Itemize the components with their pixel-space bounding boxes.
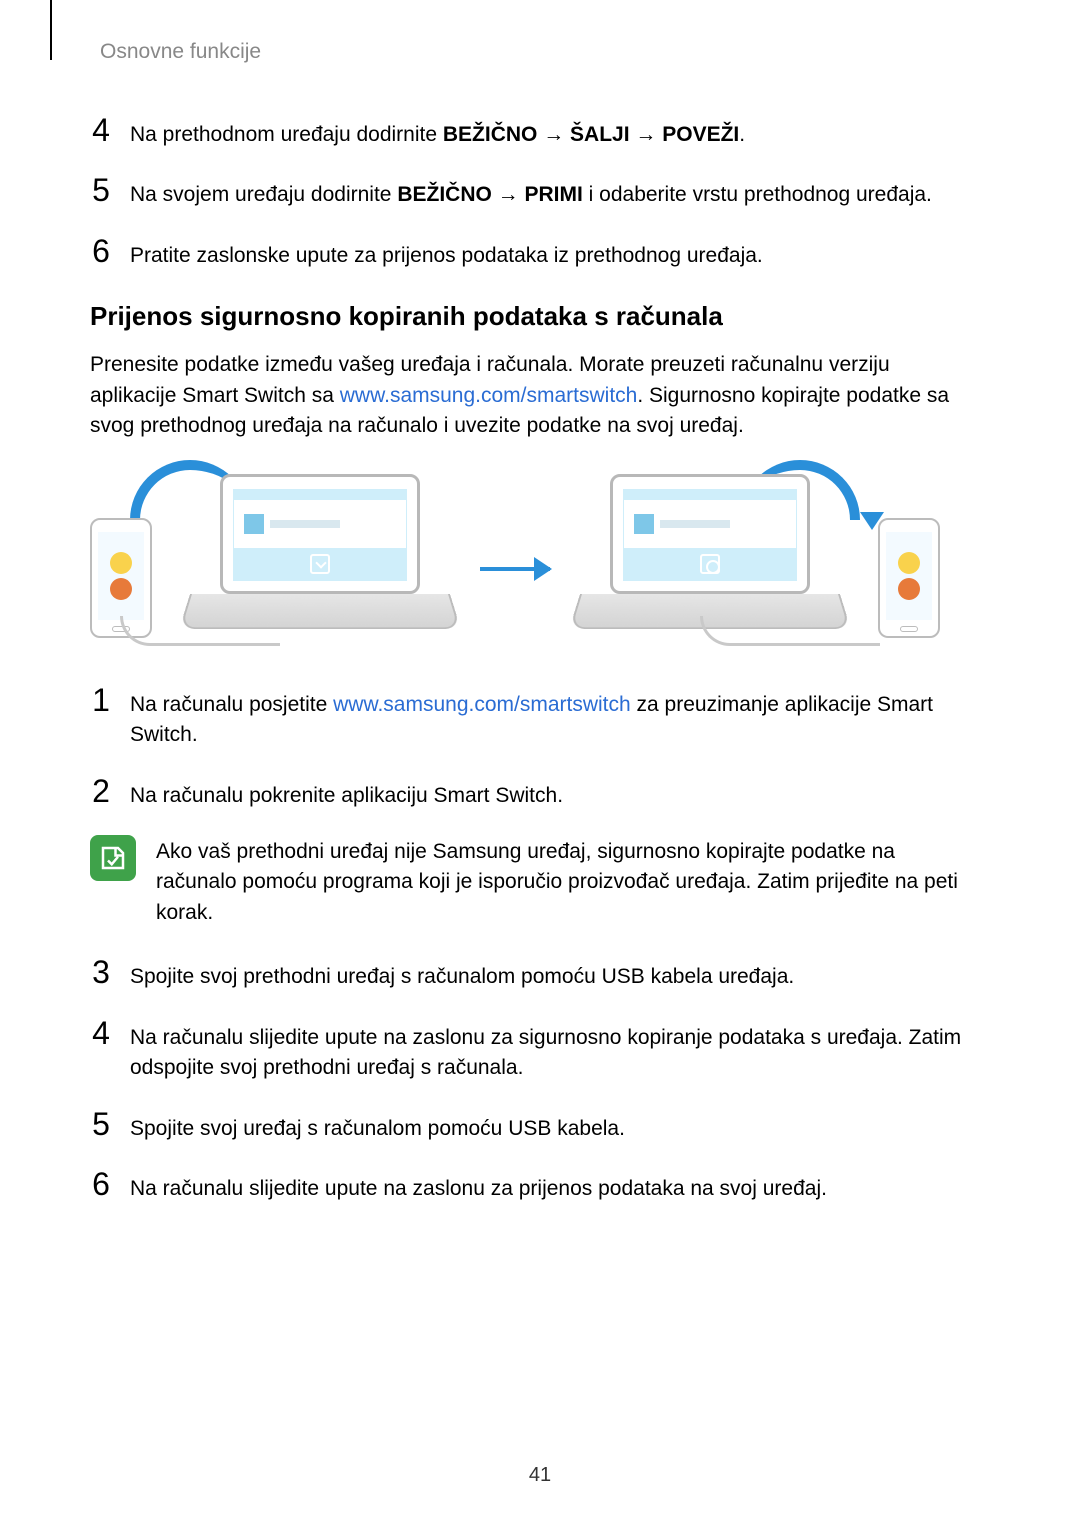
- step-text: Na računalu pokrenite aplikaciju Smart S…: [130, 775, 980, 811]
- text-part: →: [630, 123, 663, 146]
- step-number: 5: [90, 174, 112, 206]
- text-part: Na računalu posjetite: [130, 693, 333, 716]
- bold-part: BEŽIČNO: [443, 123, 538, 146]
- steps-list: 1 Na računalu posjetite www.samsung.com/…: [90, 684, 980, 1205]
- top-steps-list: 4 Na prethodnom uređaju dodirnite BEŽIČN…: [90, 114, 980, 271]
- step-number: 2: [90, 775, 112, 807]
- usb-cable-icon: [120, 616, 280, 646]
- breadcrumb: Osnovne funkcije: [100, 40, 980, 64]
- step-number: 4: [90, 1017, 112, 1049]
- bold-part: ŠALJI: [570, 123, 630, 146]
- step-number: 4: [90, 114, 112, 146]
- step-text: Na računalu slijedite upute na zaslonu z…: [130, 1017, 980, 1084]
- top-step-5: 5 Na svojem uređaju dodirnite BEŽIČNO → …: [90, 174, 980, 210]
- text-part: Na svojem uređaju dodirnite: [130, 183, 397, 206]
- page-border-mark: [50, 0, 52, 60]
- text-part: Na prethodnom uređaju dodirnite: [130, 123, 443, 146]
- bold-part: POVEŽI: [662, 123, 739, 146]
- note-callout: Ako vaš prethodni uređaj nije Samsung ur…: [90, 835, 980, 928]
- phone-icon: [878, 518, 940, 638]
- intro-paragraph: Prenesite podatke između vašeg uređaja i…: [90, 350, 980, 441]
- bold-part: PRIMI: [524, 183, 582, 206]
- step-number: 1: [90, 684, 112, 716]
- illustration-row: [90, 464, 980, 644]
- usb-cable-icon: [700, 616, 880, 646]
- step-2: 2 Na računalu pokrenite aplikaciju Smart…: [90, 775, 980, 811]
- text-part: i odaberite vrstu prethodnog uređaja.: [583, 183, 932, 206]
- step-6: 6 Na računalu slijedite upute na zaslonu…: [90, 1168, 980, 1204]
- illustration-backup: [90, 464, 450, 644]
- smartswitch-link[interactable]: www.samsung.com/smartswitch: [333, 693, 631, 716]
- page-content: Osnovne funkcije 4 Na prethodnom uređaju…: [0, 0, 1080, 1204]
- text-part: →: [537, 123, 570, 146]
- bold-part: BEŽIČNO: [397, 183, 492, 206]
- smartswitch-link[interactable]: www.samsung.com/smartswitch: [340, 384, 638, 407]
- step-text: Na računalu posjetite www.samsung.com/sm…: [130, 684, 980, 751]
- step-number: 3: [90, 956, 112, 988]
- page-number: 41: [0, 1464, 1080, 1487]
- step-text: Na prethodnom uređaju dodirnite BEŽIČNO …: [130, 114, 980, 150]
- step-5: 5 Spojite svoj uređaj s računalom pomoću…: [90, 1108, 980, 1144]
- step-3: 3 Spojite svoj prethodni uređaj s računa…: [90, 956, 980, 992]
- top-step-6: 6 Pratite zaslonske upute za prijenos po…: [90, 235, 980, 271]
- note-icon: [90, 835, 136, 881]
- subheading: Prijenos sigurnosno kopiranih podataka s…: [90, 301, 980, 332]
- step-text: Na svojem uređaju dodirnite BEŽIČNO → PR…: [130, 174, 980, 210]
- step-text: Spojite svoj prethodni uređaj s računalo…: [130, 956, 980, 992]
- step-number: 5: [90, 1108, 112, 1140]
- step-number: 6: [90, 1168, 112, 1200]
- step-4: 4 Na računalu slijedite upute na zaslonu…: [90, 1017, 980, 1084]
- step-text: Pratite zaslonske upute za prijenos poda…: [130, 235, 980, 271]
- text-part: .: [739, 123, 745, 146]
- text-part: →: [492, 183, 525, 206]
- step-text: Na računalu slijedite upute na zaslonu z…: [130, 1168, 980, 1204]
- step-text: Spojite svoj uređaj s računalom pomoću U…: [130, 1108, 980, 1144]
- illustration-restore: [580, 464, 940, 644]
- note-text: Ako vaš prethodni uređaj nije Samsung ur…: [156, 835, 980, 928]
- step-number: 6: [90, 235, 112, 267]
- top-step-4: 4 Na prethodnom uređaju dodirnite BEŽIČN…: [90, 114, 980, 150]
- step-1: 1 Na računalu posjetite www.samsung.com/…: [90, 684, 980, 751]
- arrow-right-icon: [480, 567, 550, 571]
